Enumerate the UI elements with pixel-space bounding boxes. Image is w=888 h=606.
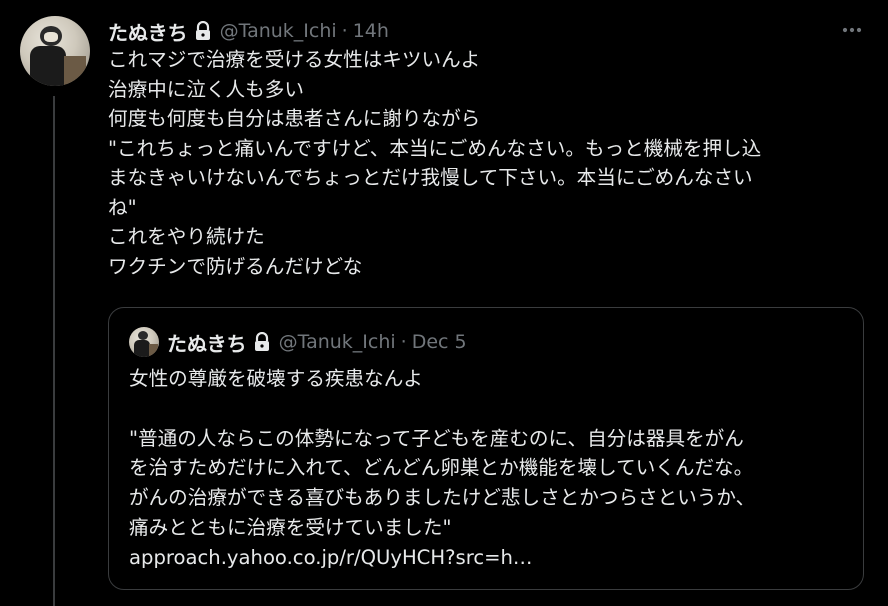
more-horizontal-icon[interactable] [838, 18, 866, 42]
thread-connector-line [53, 96, 55, 606]
quoted-text-line: "普通の人ならこの体勢になって子どもを産むのに、自分は器具をがん [129, 426, 744, 450]
quoted-text-line [129, 394, 849, 424]
quoted-tweet-card[interactable]: たぬきち @Tanuk_Ichi · Dec 5 女性の尊厳を破壊する疾患なんよ… [108, 307, 864, 590]
tweet-text-line: ワクチンで防げるんだけどな [108, 254, 363, 278]
tweet-text-line: 何度も何度も自分は患者さんに謝りながら [108, 107, 481, 130]
lock-icon [253, 331, 271, 352]
avatar-column [20, 16, 90, 86]
quoted-text-line: を治すためだけに入れて、どんどん卵巣とか機能を壊していくんだな。 [129, 456, 754, 480]
quoted-tweet-header: たぬきち @Tanuk_Ichi · Dec 5 [129, 326, 467, 358]
avatar[interactable] [20, 16, 90, 86]
lock-icon [194, 20, 212, 41]
handle[interactable]: @Tanuk_Ichi [220, 20, 337, 42]
quoted-tweet-text: 女性の尊厳を破壊する疾患なんよ "普通の人ならこの体勢になって子どもを産むのに、… [129, 364, 849, 573]
timestamp[interactable]: 14h [353, 20, 389, 42]
quoted-text-line: 痛みとともに治療を受けていました" [129, 515, 452, 539]
quoted-display-name: たぬきち [167, 331, 247, 356]
quoted-handle: @Tanuk_Ichi [278, 331, 396, 353]
tweet[interactable]: たぬきち @Tanuk_Ichi · 14h これマジで治療を受ける女性はキツい… [0, 0, 888, 606]
tweet-text: これマジで治療を受ける女性はキツいんよ 治療中に泣く人も多い 何度も何度も自分は… [108, 45, 868, 281]
quoted-text-line: 女性の尊厳を破壊する疾患なんよ [129, 367, 423, 390]
tweet-text-line: 治療中に泣く人も多い [108, 77, 304, 101]
tweet-text-line: これマジで治療を受ける女性はキツいんよ [108, 48, 481, 71]
tweet-text-line: まなきゃいけないんでちょっとだけ我慢して下さい。本当にごめんなさい [108, 166, 753, 189]
tweet-text-line: "これちょっと痛いんですけど、本当にごめんなさい。もっと機械を押し込 [108, 136, 762, 160]
quoted-avatar [129, 327, 159, 357]
quoted-text-line: がんの治療ができる喜びもありましたけど悲しさとかつらさというか、 [129, 486, 756, 510]
display-name[interactable]: たぬきち [108, 17, 188, 46]
separator-dot: · [341, 20, 348, 42]
tweet-header: たぬきち @Tanuk_Ichi · 14h [108, 16, 389, 46]
tweet-text-line: ね" [108, 195, 137, 219]
quoted-link[interactable]: approach.yahoo.co.jp/r/QUyHCH?src=h… [129, 543, 849, 573]
separator-dot: · [400, 331, 407, 353]
tweet-text-line: これをやり続けた [108, 225, 265, 248]
quoted-timestamp: Dec 5 [411, 331, 467, 353]
